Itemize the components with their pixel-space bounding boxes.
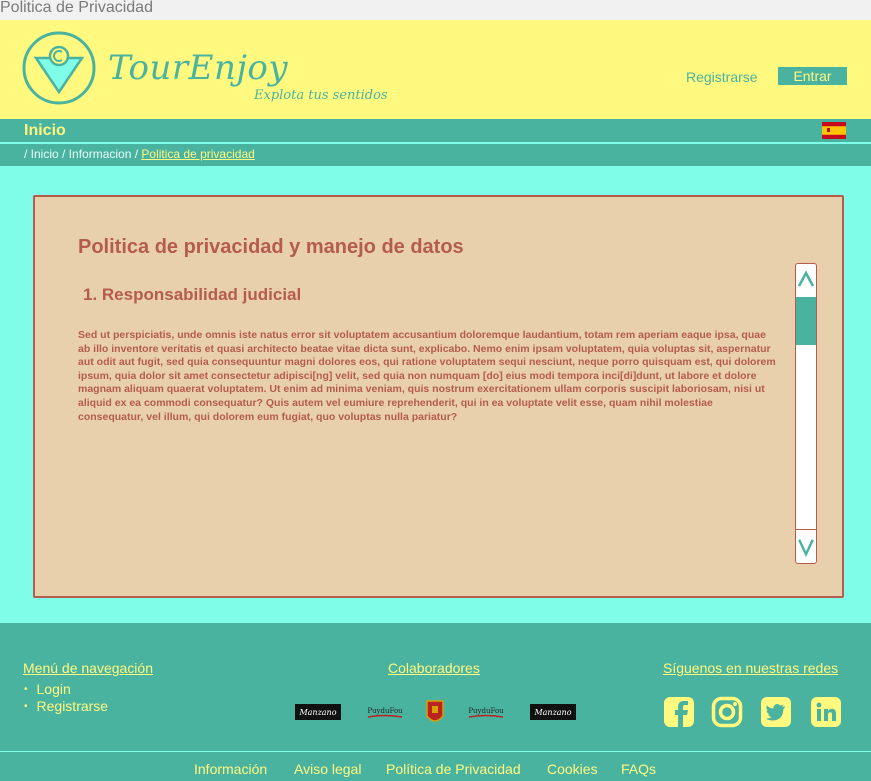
site-footer: Menú de navegación Login Registrarse Col… — [0, 623, 871, 781]
scroll-thumb[interactable] — [796, 297, 816, 345]
breadcrumb: / Inicio / Informacion / Politica de pri… — [24, 147, 255, 161]
linkedin-icon[interactable] — [810, 696, 842, 728]
shield-icon[interactable] — [424, 698, 446, 728]
site-header: TourEnjoy Explota tus sentidos Registrar… — [0, 20, 871, 119]
footer-nav-heading[interactable]: Menú de navegación — [23, 659, 153, 677]
partner-manzano-logo-2[interactable]: Manzano — [530, 703, 576, 721]
scrollbar[interactable] — [795, 263, 817, 564]
policy-text: Sed ut perspiciatis, unde omnis iste nat… — [78, 329, 776, 423]
footer-nav-item-register[interactable]: Registrarse — [24, 698, 109, 715]
svg-text:PuyduFou: PuyduFou — [367, 707, 403, 715]
footer-link-aviso-legal[interactable]: Aviso legal — [294, 760, 361, 778]
footer-divider — [0, 751, 871, 752]
brand-tagline: Explota tus sentidos — [254, 88, 388, 103]
partner-puydufou-logo[interactable]: PuyduFou — [364, 703, 406, 721]
footer-link-privacidad[interactable]: Política de Privacidad — [386, 760, 521, 778]
enter-button[interactable]: Entrar — [778, 67, 847, 85]
nav-title[interactable]: Inicio — [24, 121, 66, 141]
scroll-down-icon[interactable] — [796, 529, 816, 563]
social-heading[interactable]: Síguenos en nuestras redes — [663, 659, 838, 677]
page-title: Politica de privacidad y manejo de datos — [78, 236, 464, 258]
instagram-icon[interactable] — [711, 696, 743, 728]
footer-nav-list: Login Registrarse — [24, 681, 109, 715]
spain-flag-icon[interactable] — [822, 122, 846, 139]
partners-heading[interactable]: Colaboradores — [388, 659, 480, 677]
breadcrumb-current[interactable]: Politica de privacidad — [141, 147, 254, 161]
register-link[interactable]: Registrarse — [686, 68, 758, 86]
policy-card: Politica de privacidad y manejo de datos… — [33, 195, 844, 598]
footer-nav-item-login[interactable]: Login — [24, 681, 108, 698]
breadcrumb-bar: / Inicio / Informacion / Politica de pri… — [0, 144, 871, 166]
svg-text:PuyduFou: PuyduFou — [468, 707, 504, 715]
svg-text:Manzano: Manzano — [298, 708, 336, 717]
scroll-up-icon[interactable] — [796, 264, 816, 292]
brand-name[interactable]: TourEnjoy — [108, 48, 288, 88]
twitter-icon[interactable] — [760, 696, 792, 728]
footer-link-faqs[interactable]: FAQs — [621, 760, 656, 778]
svg-text:Manzano: Manzano — [533, 708, 571, 717]
nav-bar: Inicio — [0, 119, 871, 143]
window-title: Politica de Privacidad — [0, 0, 871, 20]
footer-link-informacion[interactable]: Información — [194, 760, 267, 778]
logo-icon[interactable] — [21, 30, 97, 106]
partner-manzano-logo[interactable]: Manzano — [295, 703, 341, 721]
partner-puydufou-logo-2[interactable]: PuyduFou — [465, 703, 507, 721]
facebook-icon[interactable] — [663, 696, 695, 728]
breadcrumb-path[interactable]: / Inicio / Informacion / — [24, 147, 141, 161]
section-title: 1. Responsabilidad judicial — [83, 285, 302, 304]
footer-link-cookies[interactable]: Cookies — [547, 760, 598, 778]
